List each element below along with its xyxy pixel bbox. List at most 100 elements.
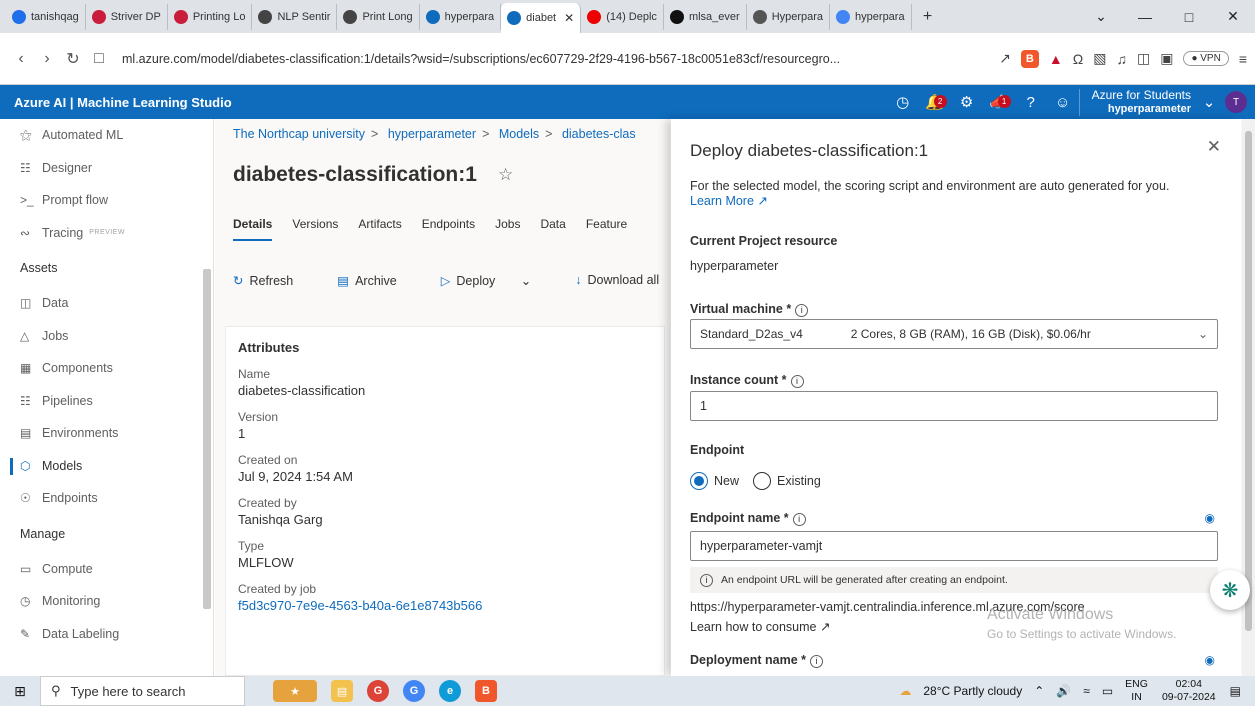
new-tab-icon[interactable]: + (912, 8, 944, 26)
breadcrumb-item[interactable]: hyperparameter (388, 127, 476, 141)
learn-consume-link[interactable]: Learn how to consume ↗ (690, 619, 830, 634)
nav-item-monitoring[interactable]: ◷ Monitoring (0, 585, 213, 618)
nav-item-tracing[interactable]: ∾ Tracing PREVIEW (0, 217, 213, 250)
nav-scrollbar[interactable] (203, 269, 211, 609)
network-icon[interactable]: ≈ (1083, 684, 1090, 698)
breadcrumb-item[interactable]: diabetes-clas (562, 127, 636, 141)
tab-endpoints[interactable]: Endpoints (422, 217, 475, 241)
edge-icon[interactable]: e (439, 680, 461, 702)
nav-item-models[interactable]: ⬡ Models (0, 450, 213, 483)
job-link[interactable]: f5d3c970-7e9e-4563-b40a-6e1e8743b566 (238, 598, 652, 613)
tenant-switcher[interactable]: Azure for Students hyperparameter (1078, 88, 1199, 116)
announcements-icon[interactable]: 📣1 (983, 93, 1015, 111)
browser-tab[interactable]: mlsa_ever (664, 3, 747, 30)
share-icon[interactable]: ↗ (999, 50, 1011, 67)
feedback-icon[interactable]: ☺ (1047, 94, 1079, 111)
browser-tab[interactable]: Print Long (337, 3, 420, 30)
settings-icon[interactable]: ⚙ (951, 93, 983, 111)
avatar[interactable]: T (1225, 91, 1247, 113)
nav-item-automated-ml[interactable]: ⚝ Automated ML (0, 119, 213, 152)
tray-chevron-icon[interactable]: ⌃ (1034, 684, 1044, 698)
window-close-icon[interactable]: ✕ (1211, 8, 1255, 25)
tab-feature[interactable]: Feature (586, 217, 627, 241)
browser-tab[interactable]: Striver DP (86, 3, 168, 30)
tab-artifacts[interactable]: Artifacts (358, 217, 401, 241)
vpn-button[interactable]: ● VPN (1183, 51, 1229, 66)
help-icon[interactable]: ? (1015, 94, 1047, 111)
brave-icon[interactable]: B (475, 680, 497, 702)
menu-icon[interactable]: ≡ (1239, 51, 1247, 67)
browser-tab[interactable]: hyperpara (420, 3, 502, 30)
info-icon[interactable]: i (795, 304, 809, 317)
volume-icon[interactable]: 🔊 (1056, 684, 1071, 698)
tab-data[interactable]: Data (540, 217, 565, 241)
history-icon[interactable]: ◷ (887, 93, 919, 111)
radio-new[interactable] (690, 472, 708, 490)
back-icon[interactable]: ‹ (8, 50, 34, 68)
breadcrumb-item[interactable]: The Northcap university (233, 127, 365, 141)
nav-item-data[interactable]: ◫ Data (0, 287, 213, 320)
wallet-icon[interactable]: ▣ (1160, 50, 1173, 67)
tab-details[interactable]: Details (233, 217, 273, 241)
chrome-profile-icon[interactable]: G (403, 680, 425, 702)
sidebar-icon[interactable]: ◫ (1137, 50, 1150, 67)
chevron-down-icon[interactable]: ⌄ (1199, 93, 1219, 111)
media-icon[interactable]: ♫ (1116, 51, 1127, 67)
extensions-icon[interactable]: ▧ (1093, 50, 1106, 67)
file-explorer-icon[interactable]: ▤ (331, 680, 353, 702)
breadcrumb-item[interactable]: Models (499, 127, 539, 141)
browser-tab[interactable]: diabet ✕ (501, 3, 582, 33)
tab-search-icon[interactable]: ⌄ (1079, 8, 1123, 25)
nav-item-pipelines[interactable]: ☷ Pipelines (0, 385, 213, 418)
download-all-button[interactable]: ↓ Download all (575, 273, 670, 288)
vm-select[interactable]: Standard_D2as_v4 2 Cores, 8 GB (RAM), 16… (690, 319, 1218, 349)
nav-item-environments[interactable]: ▤ Environments (0, 417, 213, 450)
endpoint-name-input[interactable]: hyperparameter-vamjt (690, 531, 1218, 561)
eye-icon[interactable]: ◉ (1205, 511, 1215, 525)
browser-tab[interactable]: Printing Lo (168, 3, 253, 30)
weather-icon[interactable]: ☁ (899, 684, 911, 698)
browser-tab[interactable]: Hyperpara (747, 3, 831, 30)
url-field[interactable]: ml.azure.com/model/diabetes-classificati… (122, 52, 991, 66)
widgets-icon[interactable]: ★ (273, 680, 317, 702)
chrome-icon[interactable]: G (367, 680, 389, 702)
close-tab-icon[interactable]: ✕ (564, 11, 574, 25)
windows-start-icon[interactable]: ⊞ (0, 683, 40, 700)
notifications-icon[interactable]: 🔔2 (919, 93, 951, 111)
reload-icon[interactable]: ↻ (60, 49, 86, 69)
copilot-icon[interactable]: ❋ (1210, 570, 1250, 610)
radio-existing[interactable] (753, 472, 772, 490)
clock[interactable]: 02:04 09-07-2024 (1162, 678, 1216, 704)
close-icon[interactable]: ✕ (1207, 137, 1221, 157)
minimize-icon[interactable]: — (1123, 9, 1167, 25)
browser-tab[interactable]: hyperpara (830, 3, 912, 30)
nav-item-components[interactable]: ▦ Components (0, 352, 213, 385)
browser-tab[interactable]: NLP Sentir (252, 3, 338, 30)
notification-center-icon[interactable]: ▤ (1230, 684, 1241, 698)
star-icon[interactable]: ☆ (498, 165, 513, 185)
maximize-icon[interactable]: □ (1167, 9, 1211, 25)
tab-versions[interactable]: Versions (292, 217, 338, 241)
refresh-button[interactable]: ↻ Refresh (233, 273, 315, 288)
nav-item-endpoints[interactable]: ☉ Endpoints (0, 482, 213, 515)
info-icon[interactable]: i (790, 375, 804, 388)
nav-item-compute[interactable]: ▭ Compute (0, 553, 213, 586)
nav-item-data-labeling[interactable]: ✎ Data Labeling (0, 618, 213, 651)
language-indicator[interactable]: ENG IN (1125, 678, 1148, 704)
deploy-button[interactable]: ▷ Deploy ⌄ (441, 273, 554, 288)
scrollbar-thumb[interactable] (1245, 131, 1252, 631)
nav-item-designer[interactable]: ☷ Designer (0, 152, 213, 185)
instance-count-input[interactable]: 1 (690, 391, 1218, 421)
eye-icon[interactable]: ◉ (1205, 653, 1215, 667)
browser-tab[interactable]: tanishqag (6, 3, 86, 30)
forward-icon[interactable]: › (34, 50, 60, 68)
nav-item-jobs[interactable]: △ Jobs (0, 320, 213, 353)
brave-shield-icon[interactable]: B (1020, 49, 1039, 68)
browser-tab[interactable]: (14) Deplc (581, 3, 664, 30)
app-title[interactable]: Azure AI | Machine Learning Studio (14, 95, 232, 110)
info-icon[interactable]: i (792, 513, 806, 526)
brave-rewards-icon[interactable]: ▲ (1049, 51, 1063, 67)
tab-jobs[interactable]: Jobs (495, 217, 520, 241)
info-icon[interactable]: i (810, 655, 824, 668)
taskbar-search[interactable]: ⚲ Type here to search (40, 676, 245, 706)
